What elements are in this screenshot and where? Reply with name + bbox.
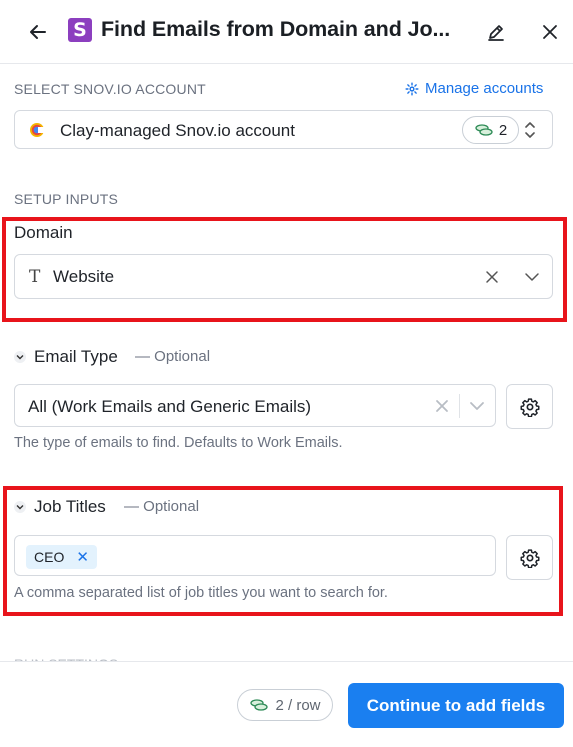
edit-button[interactable] (484, 20, 508, 44)
account-section-label: SELECT SNOV.IO ACCOUNT (14, 81, 206, 97)
chevron-down-icon (16, 505, 24, 510)
panel-title: Find Emails from Domain and Jo... (101, 17, 451, 41)
snov-logo: S (68, 18, 92, 42)
email-type-collapse-toggle[interactable] (14, 351, 26, 363)
email-type-hint: The type of emails to find. Defaults to … (14, 435, 343, 451)
clear-icon[interactable] (484, 269, 500, 285)
clear-icon[interactable] (434, 398, 450, 414)
chevron-down-icon[interactable] (524, 269, 540, 285)
gear-icon (405, 81, 419, 96)
job-titles-input[interactable]: CEO ✕ (14, 535, 496, 576)
credit-badge: 2 (462, 116, 519, 144)
continue-button[interactable]: Continue to add fields (348, 683, 564, 728)
job-titles-settings-button[interactable] (506, 535, 553, 580)
gear-icon (520, 397, 539, 417)
domain-value: Website (53, 267, 115, 286)
credit-count: 2 (498, 121, 508, 139)
remove-tag-icon[interactable]: ✕ (76, 548, 89, 566)
chevron-down-icon (16, 355, 24, 360)
email-type-value: All (Work Emails and Generic Emails) (28, 397, 312, 416)
tag-label: CEO (34, 549, 65, 565)
job-titles-hint: A comma separated list of job titles you… (14, 585, 388, 601)
select-divider (459, 394, 460, 418)
domain-input[interactable]: T Website (14, 254, 553, 299)
text-type-icon: T (29, 267, 41, 287)
panel-header: S Find Emails from Domain and Jo... (0, 0, 573, 64)
email-type-settings-button[interactable] (506, 384, 553, 429)
manage-accounts-label: Manage accounts (425, 80, 544, 97)
email-type-optional: — Optional (135, 348, 211, 365)
email-type-select[interactable]: All (Work Emails and Generic Emails) (14, 384, 496, 427)
pencil-icon (488, 25, 504, 41)
close-icon (543, 25, 557, 39)
gear-icon (520, 548, 539, 568)
manage-accounts-link[interactable]: Manage accounts (405, 80, 543, 97)
arrow-left-icon (30, 25, 46, 39)
job-title-tag: CEO ✕ (26, 545, 97, 569)
chevron-down-icon[interactable] (469, 398, 485, 414)
cost-badge: 2 / row (237, 689, 333, 721)
cost-text: 2 / row (275, 696, 321, 714)
domain-label: Domain (14, 223, 73, 242)
chevron-updown-icon (525, 122, 535, 138)
coins-icon (250, 699, 269, 711)
panel-footer: 2 / row Continue to add fields (0, 661, 573, 747)
job-titles-optional: — Optional (124, 498, 200, 515)
selected-account: Clay-managed Snov.io account (60, 121, 295, 140)
setup-section-label: SETUP INPUTS (14, 191, 119, 207)
coins-icon (475, 124, 493, 136)
email-type-label: Email Type (34, 347, 118, 366)
clay-logo-icon (30, 123, 44, 137)
job-titles-collapse-toggle[interactable] (14, 501, 26, 513)
back-button[interactable] (26, 20, 50, 44)
job-titles-label: Job Titles (34, 497, 106, 516)
account-select[interactable]: Clay-managed Snov.io account 2 (14, 110, 553, 149)
close-button[interactable] (538, 20, 562, 44)
